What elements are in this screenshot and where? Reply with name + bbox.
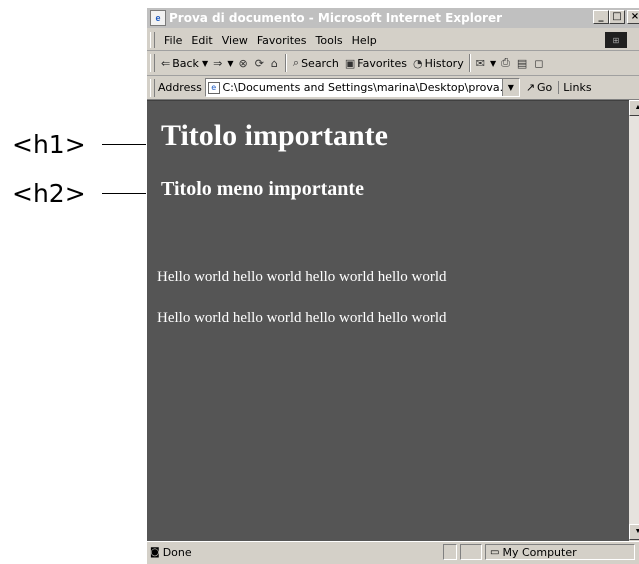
maximize-button[interactable]: □ (609, 10, 625, 24)
home-icon: ⌂ (270, 56, 278, 70)
zone-label: My Computer (502, 545, 577, 559)
print-button[interactable]: ⎙ (501, 56, 512, 70)
address-bar-grip[interactable] (150, 78, 155, 97)
mail-icon: ✉ (475, 56, 485, 70)
page-h1: Titolo importante (161, 119, 388, 152)
forward-button[interactable]: ⇒ ▼ (213, 57, 233, 70)
h2-annotation-label: <h2> (12, 179, 86, 208)
h1-annotation: <h1> (0, 125, 158, 165)
menu-edit[interactable]: Edit (191, 34, 212, 47)
refresh-icon: ⟳ (254, 56, 264, 70)
address-value: C:\Documents and Settings\marina\Desktop… (222, 81, 519, 94)
address-label: Address (158, 81, 202, 94)
history-button[interactable]: ◔ History (413, 57, 464, 70)
security-zone: ▭ My Computer (485, 544, 635, 560)
back-arrow-icon: ⇐ (161, 56, 171, 70)
paragraph-1: Hello world hello world hello world hell… (157, 269, 447, 285)
address-bar: Address e C:\Documents and Settings\mari… (147, 76, 639, 100)
h1-annotation-arrow (102, 141, 157, 147)
search-icon: ⌕ (292, 56, 300, 69)
menu-help[interactable]: Help (352, 34, 377, 47)
forward-dropdown-icon[interactable]: ▼ (227, 59, 233, 68)
stop-icon: ⊗ (238, 56, 248, 70)
discuss-icon: ◻ (534, 56, 544, 70)
page-content: Titolo importante Titolo meno importante… (147, 100, 629, 541)
stop-button[interactable]: ⊗ (238, 57, 249, 70)
toolbar-separator (468, 54, 471, 72)
page-icon: e (207, 81, 220, 94)
h1-annotation-label: <h1> (12, 130, 86, 159)
ie-icon: e (150, 10, 166, 26)
browser-window: e Prova di documento - Microsoft Interne… (146, 8, 639, 564)
forward-arrow-icon: ⇒ (213, 56, 223, 70)
toolbar-grip[interactable] (150, 54, 155, 72)
back-label: Back (172, 56, 199, 70)
print-icon: ⎙ (501, 56, 510, 69)
vertical-scrollbar[interactable]: ▲ ▼ (629, 100, 639, 540)
mail-dropdown-icon[interactable]: ▼ (490, 59, 496, 68)
refresh-button[interactable]: ⟳ (255, 57, 266, 70)
menu-view[interactable]: View (222, 34, 248, 47)
menu-bar-grip[interactable] (150, 32, 155, 48)
scroll-up-icon[interactable]: ▲ (629, 100, 639, 116)
go-button[interactable]: ↗ Go (526, 81, 552, 94)
history-label: History (424, 56, 464, 70)
back-dropdown-icon[interactable]: ▼ (202, 59, 208, 68)
menu-favorites[interactable]: Favorites (257, 34, 307, 47)
computer-icon: ▭ (490, 546, 500, 558)
favorites-label: Favorites (357, 56, 407, 70)
edit-icon: ▤ (516, 56, 528, 70)
h2-annotation-arrow (102, 190, 157, 196)
window-title: Prova di documento - Microsoft Internet … (169, 11, 503, 25)
home-button[interactable]: ⌂ (271, 57, 280, 70)
menu-bar: File Edit View Favorites Tools Help ⊞ (147, 30, 639, 51)
favorites-button[interactable]: ▣ Favorites (345, 57, 407, 70)
address-input[interactable]: e C:\Documents and Settings\marina\Deskt… (204, 78, 520, 97)
status-cell (460, 544, 482, 560)
favorites-icon: ▣ (344, 56, 356, 70)
status-text: Done (162, 545, 192, 559)
windows-logo-icon: ⊞ (605, 32, 627, 48)
toolbar-separator (284, 54, 287, 72)
h2-annotation: <h2> (0, 174, 158, 214)
mail-button[interactable]: ✉ ▼ (476, 57, 496, 70)
title-bar[interactable]: e Prova di documento - Microsoft Interne… (147, 8, 639, 28)
minimize-button[interactable]: _ (593, 10, 609, 24)
links-button[interactable]: Links (558, 81, 592, 94)
paragraph-2: Hello world hello world hello world hell… (157, 310, 447, 326)
menu-file[interactable]: File (164, 34, 182, 47)
status-bar: ◙ Done ▭ My Computer (147, 541, 639, 562)
page-done-icon: ◙ (150, 546, 160, 558)
go-label: Go (537, 81, 553, 94)
close-button[interactable]: × (627, 10, 639, 24)
edit-button[interactable]: ▤ (517, 57, 529, 70)
back-button[interactable]: ⇐ Back ▼ (161, 57, 208, 70)
page-h2: Titolo meno importante (161, 178, 364, 200)
go-arrow-icon: ↗ (525, 81, 536, 94)
scroll-down-icon[interactable]: ▼ (629, 524, 639, 540)
search-button[interactable]: ⌕ Search (293, 56, 339, 70)
history-icon: ◔ (412, 56, 423, 70)
status-cell (443, 544, 457, 560)
menu-tools[interactable]: Tools (316, 34, 343, 47)
discuss-button[interactable]: ◻ (534, 57, 545, 70)
address-dropdown-icon[interactable]: ▼ (501, 79, 519, 96)
standard-toolbar: ⇐ Back ▼ ⇒ ▼ ⊗ ⟳ ⌂ ⌕ Search ▣ Favorites … (147, 51, 639, 76)
search-label: Search (301, 56, 339, 70)
